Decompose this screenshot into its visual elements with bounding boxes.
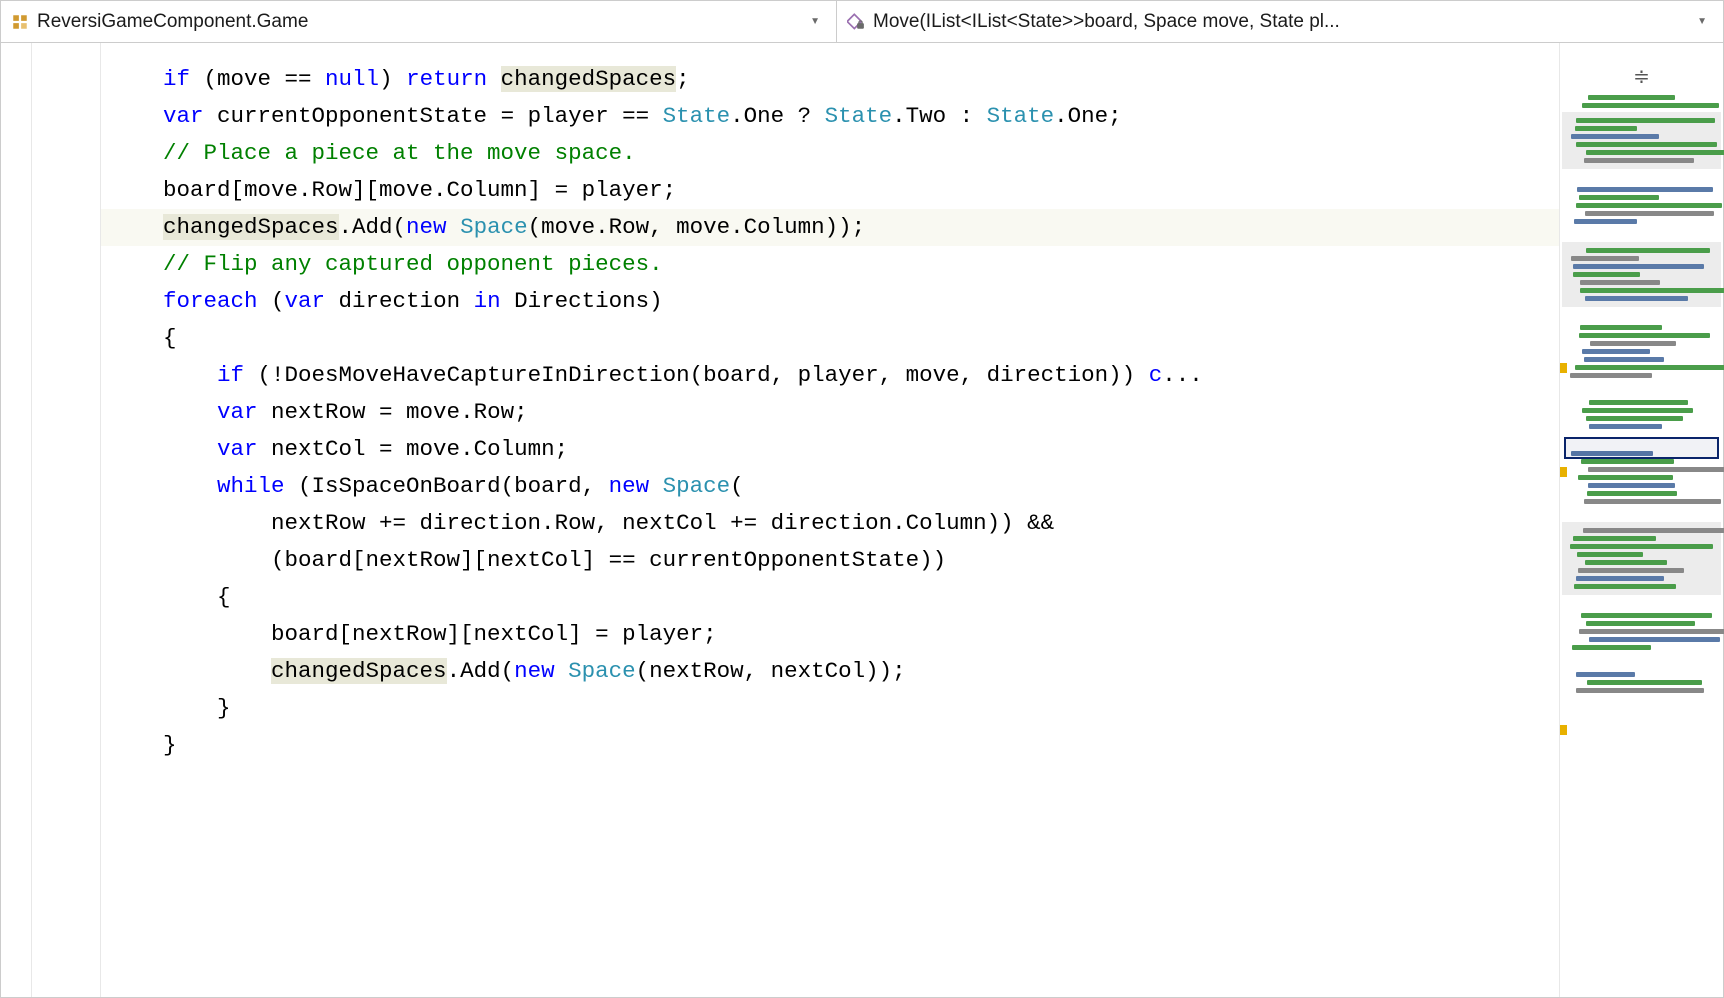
minimap-block[interactable] — [1562, 242, 1721, 307]
change-marker — [1560, 363, 1567, 373]
code-editor[interactable]: if (move == null) return changedSpaces;v… — [101, 43, 1559, 997]
split-handle-icon[interactable]: ≑ — [1560, 61, 1723, 91]
minimap-block[interactable] — [1562, 522, 1721, 595]
code-line[interactable]: if (move == null) return changedSpaces; — [101, 61, 1559, 98]
code-line[interactable]: (board[nextRow][nextCol] == currentOppon… — [101, 542, 1559, 579]
code-line[interactable]: if (!DoesMoveHaveCaptureInDirection(boar… — [101, 357, 1559, 394]
editor-gutter[interactable] — [1, 43, 101, 997]
type-breadcrumb-text: ReversiGameComponent.Game — [37, 11, 804, 33]
code-line[interactable]: nextRow += direction.Row, nextCol += dir… — [101, 505, 1559, 542]
minimap-block[interactable] — [1568, 325, 1715, 378]
member-breadcrumb[interactable]: Move(IList<IList<State>>board, Space mov… — [837, 1, 1723, 42]
code-line[interactable]: var nextCol = move.Column; — [101, 431, 1559, 468]
minimap-block[interactable] — [1568, 187, 1715, 224]
code-line[interactable]: changedSpaces.Add(new Space(move.Row, mo… — [101, 209, 1559, 246]
method-private-icon — [847, 13, 865, 31]
code-line[interactable]: { — [101, 579, 1559, 616]
code-line[interactable]: var currentOpponentState = player == Sta… — [101, 98, 1559, 135]
class-icon — [11, 13, 29, 31]
change-marker — [1560, 467, 1567, 477]
code-line[interactable]: while (IsSpaceOnBoard(board, new Space( — [101, 468, 1559, 505]
code-line[interactable]: foreach (var direction in Directions) — [101, 283, 1559, 320]
code-line[interactable]: board[move.Row][move.Column] = player; — [101, 172, 1559, 209]
minimap-block[interactable] — [1568, 95, 1715, 108]
minimap-block[interactable] — [1568, 672, 1715, 693]
minimap-viewport[interactable] — [1564, 437, 1719, 459]
chevron-down-icon[interactable]: ▼ — [1691, 16, 1713, 27]
chevron-down-icon[interactable]: ▼ — [804, 16, 826, 27]
type-breadcrumb[interactable]: ReversiGameComponent.Game ▼ — [1, 1, 837, 42]
code-line[interactable]: board[nextRow][nextCol] = player; — [101, 616, 1559, 653]
minimap-block[interactable] — [1568, 400, 1715, 429]
change-marker — [1560, 725, 1567, 735]
code-line[interactable]: var nextRow = move.Row; — [101, 394, 1559, 431]
code-line[interactable]: } — [101, 690, 1559, 727]
member-breadcrumb-text: Move(IList<IList<State>>board, Space mov… — [873, 11, 1691, 33]
minimap-block[interactable] — [1562, 112, 1721, 169]
code-line[interactable]: // Flip any captured opponent pieces. — [101, 246, 1559, 283]
minimap-block[interactable] — [1568, 613, 1715, 650]
code-line[interactable]: { — [101, 320, 1559, 357]
minimap-scrollbar[interactable]: ≑ — [1559, 43, 1723, 997]
code-line[interactable]: // Place a piece at the move space. — [101, 135, 1559, 172]
navigation-bar: ReversiGameComponent.Game ▼ Move(IList<I… — [1, 1, 1723, 43]
editor-container: if (move == null) return changedSpaces;v… — [1, 43, 1723, 997]
code-line[interactable]: } — [101, 727, 1559, 764]
code-line[interactable]: changedSpaces.Add(new Space(nextRow, nex… — [101, 653, 1559, 690]
